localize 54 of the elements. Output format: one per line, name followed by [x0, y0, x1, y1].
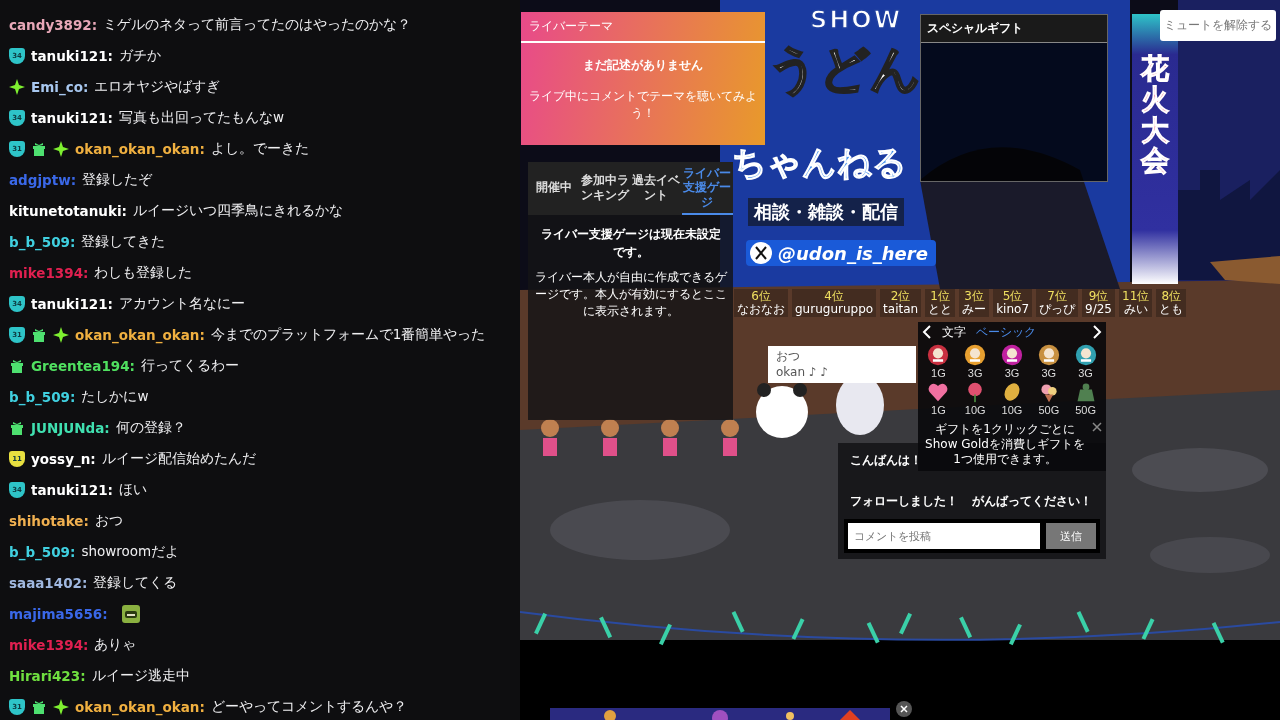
sparkle-icon — [53, 698, 69, 715]
chat-username[interactable]: majima5656: — [9, 605, 108, 622]
chat-message: わしも登録した — [94, 263, 193, 282]
chat-message: 行ってくるわー — [140, 356, 239, 375]
chat-username[interactable]: Hirari423: — [9, 667, 86, 684]
chat-username[interactable]: okan_okan_okan: — [75, 140, 205, 157]
chat-username[interactable]: saaa1402: — [9, 574, 88, 591]
chat-username[interactable]: JUNJUNda: — [31, 419, 110, 436]
chat-username[interactable]: candy3892: — [9, 16, 98, 33]
chat-username[interactable]: Emi_co: — [31, 78, 89, 95]
chat-message: どーやってコメントするんや？ — [210, 697, 407, 716]
chat-username[interactable]: okan_okan_okan: — [75, 698, 205, 715]
chat-message: 登録してくる — [93, 573, 178, 592]
chat-message: ルイージ配信始めたんだ — [101, 449, 256, 468]
chat-username[interactable]: b_b_509: — [9, 233, 76, 250]
chat-message: 登録してきた — [81, 232, 166, 251]
chat-username[interactable]: yossy_n: — [31, 450, 96, 467]
chat-message: ルイージ逃走中 — [91, 666, 190, 685]
chat-username[interactable]: shihotake: — [9, 512, 89, 529]
chat-username[interactable]: tanuki121: — [31, 295, 113, 312]
chat-username[interactable]: okan_okan_okan: — [75, 326, 205, 343]
chat-message: ルイージいつ四季鳥にきれるかな — [132, 201, 343, 220]
chat-message: よし。でーきた — [210, 139, 309, 158]
chat-username[interactable]: tanuki121: — [31, 109, 113, 126]
chat-username[interactable]: tanuki121: — [31, 481, 113, 498]
chat-message: showroomだよ — [81, 542, 180, 561]
chat-username[interactable]: b_b_509: — [9, 543, 76, 560]
chat-message: ガチか — [119, 46, 161, 65]
sparkle-icon — [53, 140, 69, 157]
chat-message: 登録したぞ — [82, 170, 153, 189]
chat-username[interactable]: mike1394: — [9, 264, 89, 281]
chat-message: 写真も出回ってたもんなw — [119, 108, 285, 127]
chat-message: エロオヤジやばすぎ — [94, 77, 221, 96]
chat-username[interactable]: adgjptw: — [9, 171, 77, 188]
chat-username[interactable]: kitunetotanuki: — [9, 202, 127, 219]
sparkle-icon — [53, 326, 69, 343]
chat-username[interactable]: tanuki121: — [31, 47, 113, 64]
chat-username[interactable]: mike1394: — [9, 636, 89, 653]
gift-icon — [31, 698, 47, 715]
chat-message: ありゃ — [94, 635, 137, 654]
chat-message: ほい — [119, 480, 147, 499]
chat-message: 今までのプラットフォームで1番簡単やった — [210, 325, 486, 344]
chat-message: ミゲルのネタって前言ってたのはやったのかな？ — [103, 15, 412, 34]
gift-icon — [31, 140, 47, 157]
gift-icon — [9, 357, 25, 374]
chat-message: アカウント名なにー — [119, 294, 245, 313]
chat-message: おつ — [94, 511, 123, 530]
chat-message: 何の登録？ — [115, 418, 186, 437]
gift-icon — [9, 419, 25, 436]
gift-icon — [31, 326, 47, 343]
chat-message: たしかにw — [81, 387, 149, 406]
chat-username[interactable]: b_b_509: — [9, 388, 76, 405]
chat-username[interactable]: Greentea194: — [31, 357, 135, 374]
sparkle-icon — [9, 78, 25, 95]
